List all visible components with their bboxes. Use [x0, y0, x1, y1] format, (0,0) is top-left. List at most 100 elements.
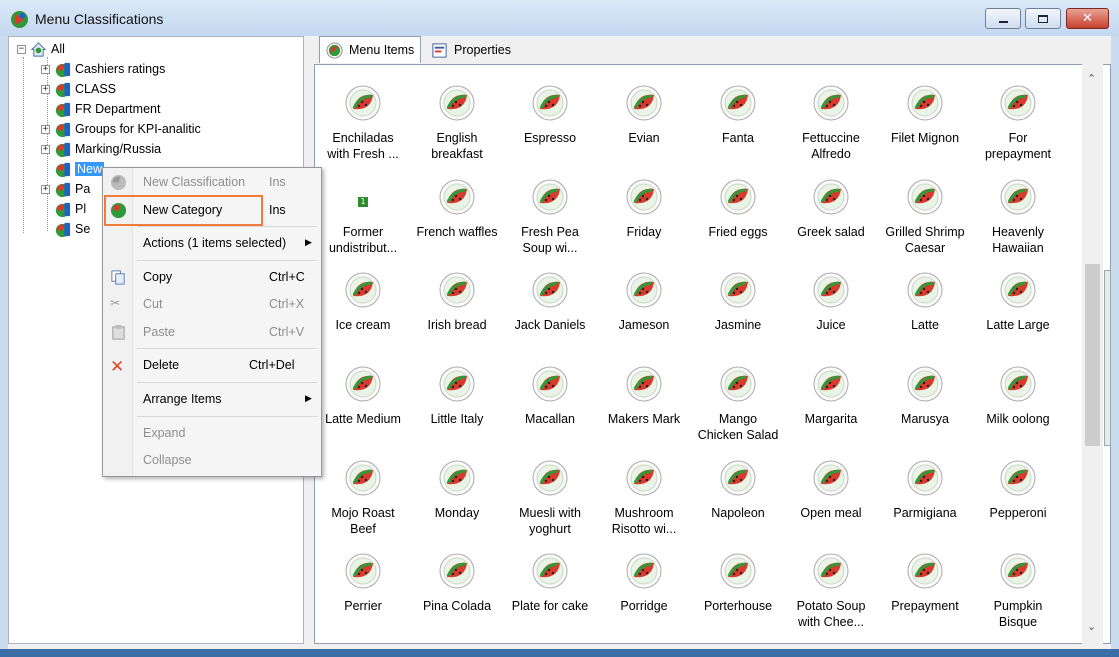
scroll-thumb[interactable] — [1085, 264, 1100, 446]
menu-item-tile[interactable]: Evian — [598, 73, 690, 163]
menu-item-tile[interactable]: Ice cream — [317, 260, 409, 350]
dish-icon — [626, 85, 662, 121]
menu-item-tile[interactable]: Potato Soup with Chee... — [785, 541, 877, 631]
menu-item-tile[interactable]: Mojo Roast Beef — [317, 448, 409, 538]
dish-icon — [439, 553, 475, 589]
tab-properties[interactable]: Properties — [425, 38, 517, 62]
expand-icon[interactable]: + — [41, 84, 50, 94]
menu-item-tile[interactable]: Latte Large — [972, 260, 1064, 350]
expand-icon[interactable]: + — [41, 124, 50, 134]
menu-item-name: Open meal — [785, 505, 877, 521]
small-item-icon: 1 — [358, 197, 368, 207]
menu-item-tile[interactable]: Heavenly Hawaiian — [972, 167, 1064, 257]
menu-item-tile[interactable]: Filet Mignon — [879, 73, 971, 163]
menu-item-tile[interactable]: Muesli with yoghurt — [504, 448, 596, 538]
menu-items-grid[interactable]: Enchiladas with Fresh ... English breakfast… — [314, 64, 1111, 644]
tree-item[interactable]: + Groups for KPI-analitic — [41, 119, 201, 139]
dish-icon — [345, 272, 381, 308]
dish-icon — [720, 179, 756, 215]
category-icon — [55, 182, 71, 197]
tree-item[interactable]: + Pa — [41, 179, 90, 199]
menu-item-tile[interactable]: Napoleon — [692, 448, 784, 538]
close-button[interactable]: ✕ — [1066, 8, 1109, 29]
menu-item-label: Delete — [143, 358, 180, 372]
menu-item-tile[interactable]: Jasmine — [692, 260, 784, 350]
menu-item-tile[interactable]: Fried eggs — [692, 167, 784, 257]
menu-item-tile[interactable]: Grilled Shrimp Caesar — [879, 167, 971, 257]
menu-item-copy[interactable]: Copy Ctrl+C — [103, 266, 321, 288]
menu-item-tile[interactable]: Parmigiana — [879, 448, 971, 538]
menu-item-tile[interactable]: Pumpkin Bisque — [972, 541, 1064, 631]
menu-item-tile[interactable]: Fresh Pea Soup wi... — [504, 167, 596, 257]
menu-item-tile[interactable]: Greek salad — [785, 167, 877, 257]
menu-item-tile[interactable]: Mango Chicken Salad — [692, 354, 784, 444]
category-icon — [55, 202, 71, 217]
menu-item-tile[interactable]: Monday — [411, 448, 503, 538]
menu-item-tile[interactable]: Jack Daniels — [504, 260, 596, 350]
menu-item-name-line: Plate for cake — [511, 599, 589, 613]
tab-menu-items[interactable]: Menu Items — [319, 36, 422, 63]
expand-icon[interactable]: + — [41, 184, 50, 194]
tree-item[interactable]: Se — [41, 219, 90, 239]
menu-item-tile[interactable]: Pepperoni — [972, 448, 1064, 538]
menu-item-tile[interactable]: 1 Former undistribut... — [317, 167, 409, 257]
menu-item-new-classification: New Classification Ins — [103, 171, 321, 193]
menu-item-tile[interactable]: Latte — [879, 260, 971, 350]
tree-item-label: CLASS — [75, 82, 116, 96]
scroll-up-icon[interactable]: ⌃ — [1087, 72, 1096, 85]
menu-item-tile[interactable]: Jameson — [598, 260, 690, 350]
menu-item-tile[interactable]: English breakfast — [411, 73, 503, 163]
menu-item-arrange-items[interactable]: Arrange Items ▶ — [103, 388, 321, 410]
menu-item-tile[interactable]: Open meal — [785, 448, 877, 538]
menu-item-tile[interactable]: Pina Colada — [411, 541, 503, 631]
menu-item-name: Monday — [411, 505, 503, 521]
tree-item[interactable]: + CLASS — [41, 79, 116, 99]
menu-item-tile[interactable]: Mushroom Risotto wi... — [598, 448, 690, 538]
menu-item-tile[interactable]: Fettuccine Alfredo — [785, 73, 877, 163]
menu-item-tile[interactable]: Porridge — [598, 541, 690, 631]
menu-item-tile[interactable]: Porterhouse — [692, 541, 784, 631]
tree-item[interactable]: FR Department — [41, 99, 160, 119]
menu-item-name-line: Caesar — [904, 241, 946, 255]
expand-icon[interactable]: + — [41, 144, 50, 154]
menu-item-name: Napoleon — [692, 505, 784, 521]
minimize-button[interactable] — [985, 8, 1021, 29]
scroll-down-icon[interactable]: ⌄ — [1087, 620, 1096, 633]
menu-item-tile[interactable]: Marusya — [879, 354, 971, 444]
menu-item-tile[interactable]: Macallan — [504, 354, 596, 444]
tree-root[interactable]: − All — [17, 39, 65, 59]
menu-item-tile[interactable]: Margarita — [785, 354, 877, 444]
tree-item[interactable]: + Cashiers ratings — [41, 59, 165, 79]
menu-item-tile[interactable]: Latte Medium — [317, 354, 409, 444]
menu-item-name: Pumpkin Bisque — [972, 598, 1064, 630]
menu-item-name: Fresh Pea Soup wi... — [504, 224, 596, 256]
grid-scrollbar[interactable]: ⌃ ⌄ — [1082, 64, 1103, 644]
menu-item-tile[interactable]: Little Italy — [411, 354, 503, 444]
menu-item-tile[interactable]: Milk oolong — [972, 354, 1064, 444]
menu-item-delete[interactable]: ✕ Delete Ctrl+Del — [103, 354, 321, 377]
menu-separator — [137, 416, 317, 417]
maximize-button[interactable] — [1025, 8, 1061, 29]
menu-item-tile[interactable]: French waffles — [411, 167, 503, 257]
menu-item-tile[interactable]: Plate for cake — [504, 541, 596, 631]
menu-item-name-line: Marusya — [901, 412, 949, 426]
tree-item[interactable]: + Marking/Russia — [41, 139, 161, 159]
collapse-icon[interactable]: − — [17, 44, 26, 54]
dish-icon — [626, 460, 662, 496]
menu-item-tile[interactable]: Espresso — [504, 73, 596, 163]
expand-icon[interactable]: + — [41, 64, 50, 74]
menu-item-tile[interactable]: Makers Mark — [598, 354, 690, 444]
menu-item-tile[interactable]: Friday — [598, 167, 690, 257]
menu-item-tile[interactable]: Fanta — [692, 73, 784, 163]
menu-item-tile[interactable]: Perrier — [317, 541, 409, 631]
menu-item-tile[interactable]: Juice — [785, 260, 877, 350]
menu-item-tile[interactable]: Prepayment — [879, 541, 971, 631]
side-panel-grip[interactable] — [1104, 270, 1111, 446]
menu-item-actions-1-items-selected[interactable]: Actions (1 items selected) ▶ — [103, 232, 321, 254]
menu-item-tile[interactable]: For prepayment — [972, 73, 1064, 163]
menu-item-tile[interactable]: Irish bread — [411, 260, 503, 350]
menu-item-tile[interactable]: Enchiladas with Fresh ... — [317, 73, 409, 163]
tree-item[interactable]: New — [41, 159, 105, 179]
tree-item[interactable]: Pl — [41, 199, 86, 219]
